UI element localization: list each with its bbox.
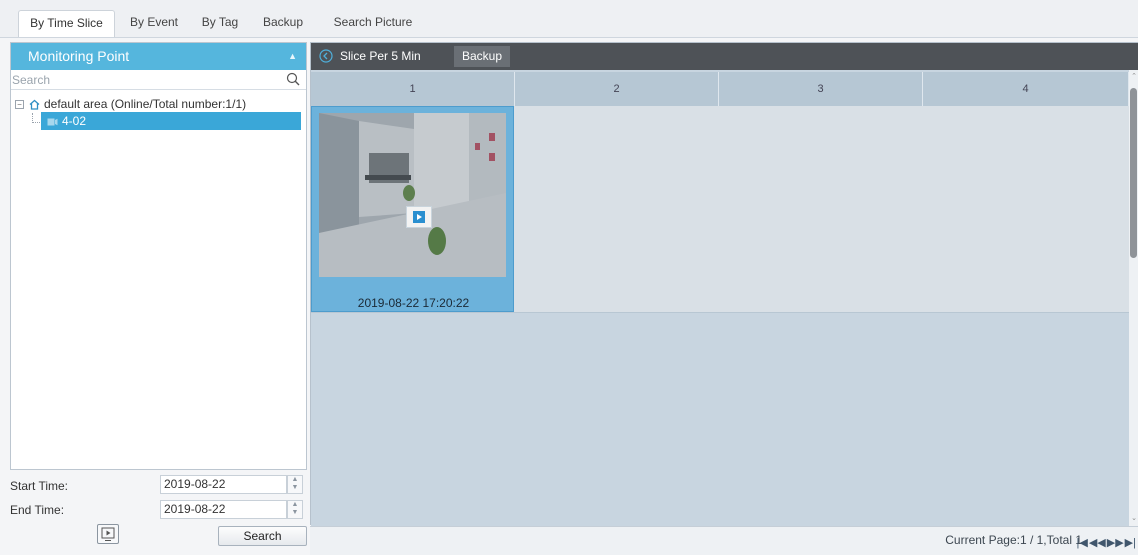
search-icon[interactable] <box>286 72 300 86</box>
play-icon <box>413 211 425 223</box>
tree-item-default-area[interactable]: − default area (Online/Total number:1/1) <box>15 95 246 113</box>
backup-button[interactable]: Backup <box>454 46 510 67</box>
slice-label: Slice Per 5 Min <box>340 49 421 63</box>
monitoring-point-panel: Monitoring Point ▲ − default area (Onlin… <box>10 42 307 470</box>
pager-controls: |◀◀◀▶▶▶| <box>1076 535 1137 549</box>
camera-icon <box>47 118 58 126</box>
back-icon[interactable] <box>319 49 333 63</box>
monitoring-point-header[interactable]: Monitoring Point ▲ <box>11 43 306 70</box>
scroll-down-icon[interactable]: ⌄ <box>1130 514 1138 524</box>
next-page-icon[interactable]: ▶▶ <box>1107 536 1124 549</box>
start-time-label: Start Time: <box>10 479 69 493</box>
monitoring-point-title: Monitoring Point <box>28 48 130 64</box>
search-row <box>11 70 306 90</box>
camera-label: 4-02 <box>62 114 87 128</box>
column-header-3: 3 <box>719 72 923 106</box>
results-panel: Slice Per 5 Min Backup 1 2 3 4 2019-08-2… <box>310 42 1138 526</box>
thumbnail-image[interactable] <box>319 113 506 277</box>
column-header-1: 1 <box>311 72 515 106</box>
collapse-icon[interactable]: ▲ <box>288 43 297 70</box>
first-page-icon[interactable]: |◀ <box>1077 536 1088 549</box>
column-header-2: 2 <box>515 72 719 106</box>
tab-by-event[interactable]: By Event <box>124 10 184 37</box>
tree-connector <box>32 113 40 123</box>
tab-search-picture[interactable]: Search Picture <box>326 10 420 37</box>
prev-page-icon[interactable]: ◀◀ <box>1089 536 1106 549</box>
chevron-up-icon[interactable]: ▲ <box>288 476 302 484</box>
chevron-up-icon[interactable]: ▲ <box>288 501 302 509</box>
tab-by-tag[interactable]: By Tag <box>196 10 244 37</box>
tree-item-label: default area (Online/Total number:1/1) <box>44 97 247 111</box>
chevron-down-icon[interactable]: ▼ <box>288 509 302 517</box>
end-time-label: End Time: <box>10 503 65 517</box>
results-toolbar: Slice Per 5 Min Backup <box>311 43 1138 70</box>
empty-results-area <box>311 312 1129 526</box>
preview-icon <box>101 527 115 541</box>
collapse-node-icon[interactable]: − <box>15 100 24 110</box>
pagination-bar: Current Page:1 / 1,Total 1 |◀◀◀▶▶▶| <box>310 526 1138 555</box>
end-date-spinner[interactable]: ▲ ▼ <box>287 500 303 519</box>
search-input[interactable] <box>12 71 282 88</box>
tab-backup[interactable]: Backup <box>254 10 312 37</box>
end-date-input[interactable]: 2019-08-22 <box>160 500 287 519</box>
thumbnail-timestamp: 2019-08-22 17:20:22 <box>357 296 470 310</box>
tab-by-time-slice[interactable]: By Time Slice <box>18 10 115 37</box>
column-header-4: 4 <box>923 72 1129 106</box>
last-page-icon[interactable]: ▶| <box>1125 536 1136 549</box>
preview-button[interactable] <box>97 524 119 544</box>
start-date-input[interactable]: 2019-08-22 <box>160 475 287 494</box>
start-date-spinner[interactable]: ▲ ▼ <box>287 475 303 494</box>
tab-bar: By Time Slice By Event By Tag Backup Sea… <box>0 0 1138 38</box>
search-button[interactable]: Search <box>218 526 307 546</box>
page-info: Current Page:1 / 1,Total 1 <box>945 533 1082 547</box>
play-button[interactable] <box>406 206 432 228</box>
scroll-up-icon[interactable]: ⌃ <box>1130 72 1138 82</box>
chevron-down-icon[interactable]: ▼ <box>288 484 302 492</box>
result-thumbnail-card[interactable]: 2019-08-22 17:20:22 <box>311 106 514 312</box>
home-icon <box>29 99 40 110</box>
scroll-thumb[interactable] <box>1130 88 1137 258</box>
tree-item-camera[interactable]: 4-02 <box>41 112 301 130</box>
